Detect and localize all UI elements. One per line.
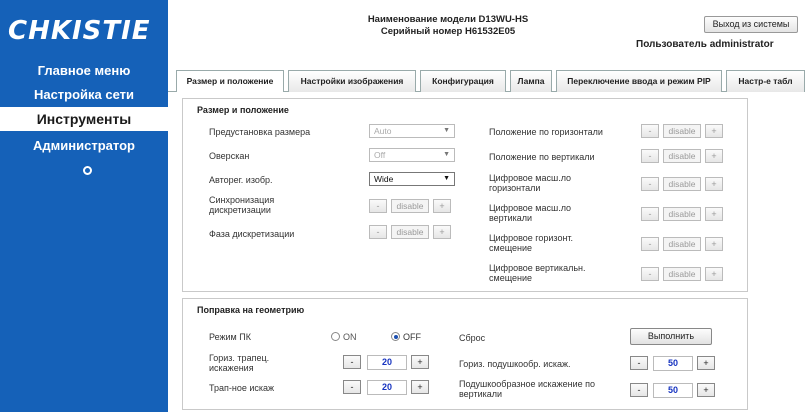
v-keystone-plus[interactable]: + [411, 380, 429, 394]
sidebar-item-tools[interactable]: Инструменты [0, 107, 168, 131]
h-pincushion-plus[interactable]: + [697, 356, 715, 370]
h-position-label: Положение по горизонтали [489, 127, 603, 137]
v-keystone-label: Трап-ное искаж [209, 383, 275, 393]
pixel-track-label: Синхронизация дискретизации [209, 195, 275, 215]
tab-lamp[interactable]: Лампа [510, 70, 552, 92]
tab-image-settings[interactable]: Настройки изображения [288, 70, 416, 92]
digital-v-shift-value: disable [663, 267, 701, 281]
h-position-plus[interactable]: + [705, 124, 723, 138]
geometry-panel: Поправка на геометрию Режим ПК ON OFF Сб… [182, 298, 748, 410]
digital-v-shift-label: Цифровое вертикальн. смещение [489, 263, 586, 283]
v-pincushion-minus[interactable]: - [630, 383, 648, 397]
tab-configuration[interactable]: Конфигурация [420, 70, 506, 92]
v-position-value: disable [663, 149, 701, 163]
auto-adjust-value: Wide [374, 174, 394, 184]
model-name: Наименование модели D13WU-HS [367, 14, 529, 25]
digital-h-zoom-label: Цифровое масш.ло горизонтали [489, 173, 572, 193]
overscan-value: Off [374, 150, 386, 160]
digital-v-zoom-label: Цифровое масш.ло вертикали [489, 203, 572, 223]
digital-v-shift-plus[interactable]: + [705, 267, 723, 281]
pixel-phase-value: disable [391, 225, 429, 239]
pixel-track-plus[interactable]: + [433, 199, 451, 213]
v-position-minus[interactable]: - [641, 149, 659, 163]
v-keystone-minus[interactable]: - [343, 380, 361, 394]
sidebar-item-admin[interactable]: Администратор [0, 135, 168, 157]
sidebar-item-network[interactable]: Настройка сети [0, 84, 168, 106]
v-pincushion-label: Подушкообразное искажение по вертикали [459, 379, 596, 399]
pc-mode-on-label: ON [343, 332, 357, 342]
digital-v-zoom-value: disable [663, 207, 701, 221]
v-pincushion-value[interactable]: 50 [653, 383, 693, 398]
h-keystone-minus[interactable]: - [343, 355, 361, 369]
h-position-minus[interactable]: - [641, 124, 659, 138]
chevron-down-icon: ▼ [443, 151, 450, 158]
user-label: Пользователь administrator [636, 39, 774, 50]
digital-h-shift-label: Цифровое горизонт. смещение [489, 233, 574, 253]
digital-v-zoom-plus[interactable]: + [705, 207, 723, 221]
pixel-phase-minus[interactable]: - [369, 225, 387, 239]
h-pincushion-value[interactable]: 50 [653, 356, 693, 371]
chevron-down-icon: ▼ [443, 175, 450, 182]
circle-icon [83, 166, 92, 175]
preset-label: Предустановка размера [209, 127, 311, 137]
auto-adjust-select[interactable]: Wide ▼ [369, 172, 455, 186]
digital-v-shift-minus[interactable]: - [641, 267, 659, 281]
size-position-panel: Размер и положение Предустановка размера… [182, 98, 748, 292]
v-keystone-value[interactable]: 20 [367, 380, 407, 395]
execute-reset-button[interactable]: Выполнить [630, 328, 712, 345]
chevron-down-icon: ▼ [443, 127, 450, 134]
digital-h-zoom-minus[interactable]: - [641, 177, 659, 191]
preset-select[interactable]: Auto ▼ [369, 124, 455, 138]
h-keystone-value[interactable]: 20 [367, 355, 407, 370]
h-keystone-plus[interactable]: + [411, 355, 429, 369]
pc-mode-on-radio[interactable] [331, 332, 340, 341]
digital-h-zoom-plus[interactable]: + [705, 177, 723, 191]
v-position-label: Положение по вертикали [489, 152, 595, 162]
digital-h-zoom-value: disable [663, 177, 701, 191]
digital-v-zoom-minus[interactable]: - [641, 207, 659, 221]
panel-title: Размер и положение [197, 105, 289, 115]
content-area: Размер и положение Предустановка размера… [168, 92, 805, 412]
tab-bar: Размер и положение Настройки изображения… [168, 62, 805, 93]
tab-size-position[interactable]: Размер и положение [176, 70, 284, 93]
h-position-value: disable [663, 124, 701, 138]
pixel-phase-plus[interactable]: + [433, 225, 451, 239]
digital-h-shift-minus[interactable]: - [641, 237, 659, 251]
pc-mode-off-label: OFF [403, 332, 421, 342]
pixel-track-minus[interactable]: - [369, 199, 387, 213]
h-pincushion-label: Гориз. подушкообр. искаж. [459, 359, 571, 369]
pc-mode-label: Режим ПК [209, 332, 251, 342]
v-pincushion-plus[interactable]: + [697, 383, 715, 397]
overscan-select[interactable]: Off ▼ [369, 148, 455, 162]
sidebar-item-main-menu[interactable]: Главное меню [0, 60, 168, 82]
sidebar: CHKISTIE Главное меню Настройка сети Инс… [0, 0, 168, 412]
pixel-track-value: disable [391, 199, 429, 213]
reset-label: Сброс [459, 333, 486, 343]
preset-value: Auto [374, 126, 392, 136]
overscan-label: Оверскан [209, 151, 250, 161]
auto-adjust-label: Авторег. изобр. [209, 175, 273, 185]
pixel-phase-label: Фаза дискретизации [209, 229, 295, 239]
h-pincushion-minus[interactable]: - [630, 356, 648, 370]
christie-logo: CHKISTIE [8, 16, 151, 46]
tab-table-settings[interactable]: Настр-е табл [726, 70, 805, 92]
digital-h-shift-value: disable [663, 237, 701, 251]
pc-mode-off-radio[interactable] [391, 332, 400, 341]
digital-h-shift-plus[interactable]: + [705, 237, 723, 251]
logout-button[interactable]: Выход из системы [704, 16, 798, 33]
serial-number: Серийный номер H61532E05 [380, 26, 516, 37]
panel-title: Поправка на геометрию [197, 305, 305, 315]
header: Наименование модели D13WU-HS Серийный но… [168, 0, 805, 62]
tab-input-pip[interactable]: Переключение ввода и режим PIP [556, 70, 722, 92]
h-keystone-label: Гориз. трапец. искажения [209, 353, 270, 373]
v-position-plus[interactable]: + [705, 149, 723, 163]
